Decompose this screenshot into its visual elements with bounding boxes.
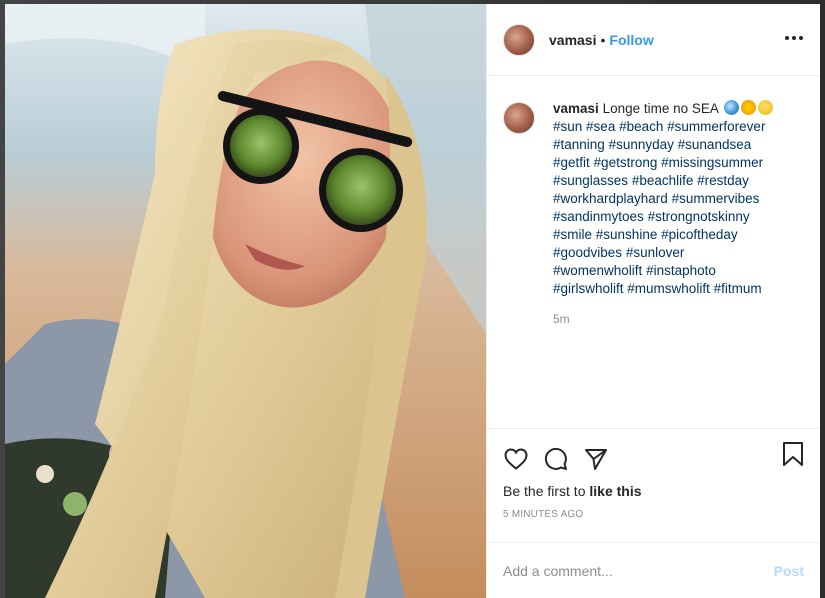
hashtag-link[interactable]: #sandinmytoes (553, 209, 644, 224)
post-modal: vamasi • Follow vamasi Longe time no SEA… (5, 4, 820, 598)
action-icons (503, 435, 804, 483)
hashtag-line: #tanning #sunnyday #sunandsea (553, 136, 803, 154)
caption-time[interactable]: 5m (553, 312, 804, 326)
hashtag-link[interactable]: #picoftheday (661, 227, 738, 242)
hashtag-link[interactable]: #summerforever (667, 119, 765, 134)
more-horizontal-icon[interactable] (784, 28, 804, 48)
hashtag-link[interactable]: #sunnyday (609, 137, 674, 152)
caption: vamasi Longe time no SEA #sun #sea #beac… (553, 100, 803, 298)
avatar[interactable] (503, 23, 535, 56)
caption-row: vamasi Longe time no SEA #sun #sea #beac… (503, 100, 804, 298)
hashtag-line: #sandinmytoes #strongnotskinny (553, 208, 803, 226)
hashtag-link[interactable]: #fitmum (714, 281, 762, 296)
hashtag-line: #smile #sunshine #picoftheday (553, 226, 803, 244)
hashtag-link[interactable]: #strongnotskinny (648, 209, 750, 224)
hashtag-link[interactable]: #womenwholift (553, 263, 642, 278)
selfie-image (5, 4, 486, 598)
hashtag-link[interactable]: #sunshine (596, 227, 658, 242)
hashtag-link[interactable]: #tanning (553, 137, 605, 152)
post-details-panel: vamasi • Follow vamasi Longe time no SEA… (486, 4, 820, 598)
post-button[interactable]: Post (774, 563, 804, 579)
hashtag-link[interactable]: #girlswholift (553, 281, 624, 296)
post-header: vamasi • Follow (487, 4, 820, 76)
hashtag-line: #workhardplayhard #summervibes (553, 190, 803, 208)
hashtag-line: #sunglasses #beachlife #restday (553, 172, 803, 190)
hashtag-link[interactable]: #sunglasses (553, 173, 628, 188)
hashtag-line: #sun #sea #beach #summerforever (553, 118, 803, 136)
hashtag-link[interactable]: #missingsummer (661, 155, 763, 170)
hashtag-line: #goodvibes #sunlover (553, 244, 803, 262)
hashtag-link[interactable]: #beachlife (632, 173, 694, 188)
bookmark-icon[interactable] (780, 441, 806, 467)
comment-box: Post (487, 542, 820, 598)
caption-username[interactable]: vamasi (553, 101, 599, 116)
hashtag-link[interactable]: #instaphoto (646, 263, 716, 278)
hashtag-link[interactable]: #sunlover (626, 245, 685, 260)
grinning-face-emoji (757, 100, 773, 115)
caption-text: Longe time no SEA (602, 101, 719, 116)
post-timestamp[interactable]: 5 MINUTES AGO (503, 509, 804, 520)
separator-dot: • (600, 31, 606, 48)
post-photo[interactable] (5, 4, 486, 598)
hashtag-link[interactable]: #sea (586, 119, 615, 134)
likes-prefix: Be the first to (503, 483, 590, 499)
comment-input[interactable] (503, 562, 774, 579)
heart-icon[interactable] (503, 446, 529, 472)
comment-bubble-icon[interactable] (543, 446, 569, 472)
username[interactable]: vamasi (549, 32, 596, 48)
post-actions: Be the first to like this 5 MINUTES AGO … (487, 428, 820, 598)
hashtag-link[interactable]: #getfit (553, 155, 590, 170)
hashtag-link[interactable]: #workhardplayhard (553, 191, 668, 206)
hashtag-link[interactable]: #beach (619, 119, 663, 134)
hashtag-list: #sun #sea #beach #summerforever #tanning … (553, 118, 803, 298)
hashtag-link[interactable]: #sun (553, 119, 582, 134)
comments-section: vamasi Longe time no SEA #sun #sea #beac… (487, 76, 820, 428)
hashtag-link[interactable]: #sunandsea (678, 137, 752, 152)
hashtag-line: #womenwholift #instaphoto (553, 262, 803, 280)
hashtag-link[interactable]: #restday (697, 173, 749, 188)
likes-summary: Be the first to like this (503, 483, 804, 499)
water-wave-emoji (723, 100, 739, 115)
hashtag-line: #girlswholift #mumswholift #fitmum (553, 280, 803, 298)
like-this-link[interactable]: like this (589, 483, 641, 499)
follow-button[interactable]: Follow (609, 32, 653, 48)
sun-emoji (740, 100, 756, 115)
paper-plane-icon[interactable] (583, 446, 609, 472)
hashtag-link[interactable]: #goodvibes (553, 245, 622, 260)
caption-avatar[interactable] (503, 102, 535, 134)
hashtag-line: #getfit #getstrong #missingsummer (553, 154, 803, 172)
hashtag-link[interactable]: #smile (553, 227, 592, 242)
hashtag-link[interactable]: #mumswholift (627, 281, 710, 296)
hashtag-link[interactable]: #getstrong (594, 155, 658, 170)
hashtag-link[interactable]: #summervibes (672, 191, 760, 206)
